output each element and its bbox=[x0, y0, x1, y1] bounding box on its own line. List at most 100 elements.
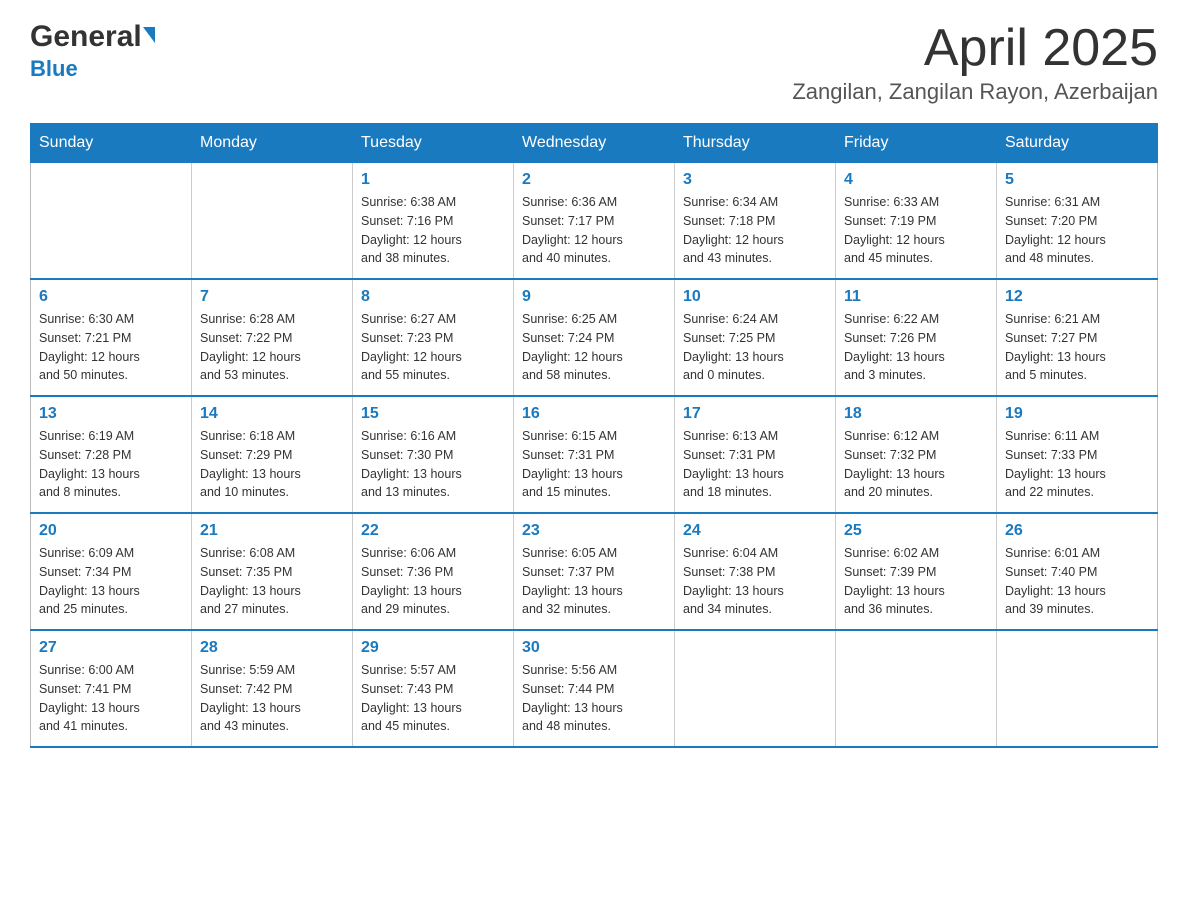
calendar-cell: 23Sunrise: 6:05 AMSunset: 7:37 PMDayligh… bbox=[514, 513, 675, 630]
calendar-cell: 22 Sunrise: 6:06 AMSunset: 7:36 PMDayligh… bbox=[353, 513, 514, 630]
calendar-cell: 15 Sunrise: 6:16 AMSunset: 7:30 PMDayligh… bbox=[353, 396, 514, 513]
weekday-header-friday: Friday bbox=[836, 124, 997, 163]
day-info: Sunrise: 6:28 AMSunset: 7:22 PMDaylight:… bbox=[200, 310, 344, 385]
day-info: Sunrise: 6:18 AMSunset: 7:29 PMDaylight:… bbox=[200, 427, 344, 502]
calendar-cell: 21 Sunrise: 6:08 AMSunset: 7:35 PMDayligh… bbox=[192, 513, 353, 630]
calendar-table: SundayMondayTuesdayWednesdayThursdayFrid… bbox=[30, 123, 1158, 748]
calendar-cell: 28 Sunrise: 5:59 AMSunset: 7:42 PMDayligh… bbox=[192, 630, 353, 747]
day-number: 1 bbox=[361, 171, 505, 189]
calendar-cell: 24Sunrise: 6:04 AMSunset: 7:38 PMDayligh… bbox=[675, 513, 836, 630]
day-number: 3 bbox=[683, 171, 827, 189]
day-number: 14 bbox=[200, 405, 344, 423]
calendar-cell: 9 Sunrise: 6:25 AMSunset: 7:24 PMDaylight… bbox=[514, 279, 675, 396]
day-info: Sunrise: 5:59 AMSunset: 7:42 PMDaylight:… bbox=[200, 661, 344, 736]
weekday-header-wednesday: Wednesday bbox=[514, 124, 675, 163]
day-number: 17 bbox=[683, 405, 827, 423]
calendar-week-1: 1Sunrise: 6:38 AMSunset: 7:16 PMDaylight… bbox=[31, 163, 1158, 280]
day-number: 10 bbox=[683, 288, 827, 306]
calendar-cell: 13 Sunrise: 6:19 AMSunset: 7:28 PMDayligh… bbox=[31, 396, 192, 513]
calendar-cell bbox=[836, 630, 997, 747]
day-number: 5 bbox=[1005, 171, 1149, 189]
day-info: Sunrise: 6:09 AMSunset: 7:34 PMDaylight:… bbox=[39, 544, 183, 619]
calendar-cell: 16 Sunrise: 6:15 AMSunset: 7:31 PMDayligh… bbox=[514, 396, 675, 513]
day-number: 22 bbox=[361, 522, 505, 540]
calendar-week-2: 6 Sunrise: 6:30 AMSunset: 7:21 PMDaylight… bbox=[31, 279, 1158, 396]
calendar-cell: 2 Sunrise: 6:36 AMSunset: 7:17 PMDaylight… bbox=[514, 163, 675, 280]
day-info: Sunrise: 6:34 AMSunset: 7:18 PMDaylight:… bbox=[683, 193, 827, 268]
day-number: 29 bbox=[361, 639, 505, 657]
day-info: Sunrise: 6:02 AMSunset: 7:39 PMDaylight:… bbox=[844, 544, 988, 619]
day-number: 8 bbox=[361, 288, 505, 306]
weekday-header-saturday: Saturday bbox=[997, 124, 1158, 163]
day-info: Sunrise: 6:19 AMSunset: 7:28 PMDaylight:… bbox=[39, 427, 183, 502]
day-info: Sunrise: 6:12 AMSunset: 7:32 PMDaylight:… bbox=[844, 427, 988, 502]
calendar-cell bbox=[192, 163, 353, 280]
day-number: 27 bbox=[39, 639, 183, 657]
day-info: Sunrise: 6:08 AMSunset: 7:35 PMDaylight:… bbox=[200, 544, 344, 619]
day-info: Sunrise: 6:13 AMSunset: 7:31 PMDaylight:… bbox=[683, 427, 827, 502]
calendar-cell: 5 Sunrise: 6:31 AMSunset: 7:20 PMDaylight… bbox=[997, 163, 1158, 280]
logo-arrow-icon bbox=[143, 27, 155, 43]
calendar-week-4: 20Sunrise: 6:09 AMSunset: 7:34 PMDayligh… bbox=[31, 513, 1158, 630]
calendar-cell: 17 Sunrise: 6:13 AMSunset: 7:31 PMDayligh… bbox=[675, 396, 836, 513]
day-info: Sunrise: 6:25 AMSunset: 7:24 PMDaylight:… bbox=[522, 310, 666, 385]
day-number: 19 bbox=[1005, 405, 1149, 423]
calendar-cell: 19 Sunrise: 6:11 AMSunset: 7:33 PMDayligh… bbox=[997, 396, 1158, 513]
calendar-cell: 7 Sunrise: 6:28 AMSunset: 7:22 PMDaylight… bbox=[192, 279, 353, 396]
day-number: 18 bbox=[844, 405, 988, 423]
page-header: General Blue April 2025 Zangilan, Zangil… bbox=[30, 20, 1158, 105]
day-info: Sunrise: 6:27 AMSunset: 7:23 PMDaylight:… bbox=[361, 310, 505, 385]
day-info: Sunrise: 6:15 AMSunset: 7:31 PMDaylight:… bbox=[522, 427, 666, 502]
day-number: 2 bbox=[522, 171, 666, 189]
day-info: Sunrise: 6:11 AMSunset: 7:33 PMDaylight:… bbox=[1005, 427, 1149, 502]
day-info: Sunrise: 6:24 AMSunset: 7:25 PMDaylight:… bbox=[683, 310, 827, 385]
calendar-cell: 11Sunrise: 6:22 AMSunset: 7:26 PMDayligh… bbox=[836, 279, 997, 396]
day-info: Sunrise: 6:06 AMSunset: 7:36 PMDaylight:… bbox=[361, 544, 505, 619]
day-number: 12 bbox=[1005, 288, 1149, 306]
logo-general-text: General bbox=[30, 20, 142, 54]
day-number: 28 bbox=[200, 639, 344, 657]
calendar-cell: 3 Sunrise: 6:34 AMSunset: 7:18 PMDaylight… bbox=[675, 163, 836, 280]
day-number: 13 bbox=[39, 405, 183, 423]
page-subtitle: Zangilan, Zangilan Rayon, Azerbaijan bbox=[792, 79, 1158, 105]
calendar-cell: 1Sunrise: 6:38 AMSunset: 7:16 PMDaylight… bbox=[353, 163, 514, 280]
weekday-header-sunday: Sunday bbox=[31, 124, 192, 163]
calendar-cell bbox=[997, 630, 1158, 747]
logo: General Blue bbox=[30, 20, 155, 82]
day-number: 7 bbox=[200, 288, 344, 306]
day-info: Sunrise: 6:21 AMSunset: 7:27 PMDaylight:… bbox=[1005, 310, 1149, 385]
day-number: 6 bbox=[39, 288, 183, 306]
weekday-header-monday: Monday bbox=[192, 124, 353, 163]
day-info: Sunrise: 6:01 AMSunset: 7:40 PMDaylight:… bbox=[1005, 544, 1149, 619]
page-title: April 2025 bbox=[792, 20, 1158, 77]
day-number: 25 bbox=[844, 522, 988, 540]
calendar-cell bbox=[31, 163, 192, 280]
day-number: 30 bbox=[522, 639, 666, 657]
day-info: Sunrise: 6:33 AMSunset: 7:19 PMDaylight:… bbox=[844, 193, 988, 268]
day-info: Sunrise: 5:57 AMSunset: 7:43 PMDaylight:… bbox=[361, 661, 505, 736]
calendar-cell: 14 Sunrise: 6:18 AMSunset: 7:29 PMDayligh… bbox=[192, 396, 353, 513]
weekday-header-tuesday: Tuesday bbox=[353, 124, 514, 163]
day-number: 15 bbox=[361, 405, 505, 423]
day-number: 24 bbox=[683, 522, 827, 540]
calendar-header: SundayMondayTuesdayWednesdayThursdayFrid… bbox=[31, 124, 1158, 163]
day-number: 21 bbox=[200, 522, 344, 540]
calendar-cell: 10 Sunrise: 6:24 AMSunset: 7:25 PMDayligh… bbox=[675, 279, 836, 396]
calendar-cell: 25 Sunrise: 6:02 AMSunset: 7:39 PMDayligh… bbox=[836, 513, 997, 630]
day-info: Sunrise: 6:31 AMSunset: 7:20 PMDaylight:… bbox=[1005, 193, 1149, 268]
calendar-cell: 8 Sunrise: 6:27 AMSunset: 7:23 PMDaylight… bbox=[353, 279, 514, 396]
day-info: Sunrise: 6:36 AMSunset: 7:17 PMDaylight:… bbox=[522, 193, 666, 268]
day-info: Sunrise: 6:30 AMSunset: 7:21 PMDaylight:… bbox=[39, 310, 183, 385]
day-number: 9 bbox=[522, 288, 666, 306]
day-number: 16 bbox=[522, 405, 666, 423]
calendar-cell: 30 Sunrise: 5:56 AMSunset: 7:44 PMDayligh… bbox=[514, 630, 675, 747]
day-info: Sunrise: 5:56 AMSunset: 7:44 PMDaylight:… bbox=[522, 661, 666, 736]
calendar-body: 1Sunrise: 6:38 AMSunset: 7:16 PMDaylight… bbox=[31, 163, 1158, 748]
day-info: Sunrise: 6:16 AMSunset: 7:30 PMDaylight:… bbox=[361, 427, 505, 502]
title-block: April 2025 Zangilan, Zangilan Rayon, Aze… bbox=[792, 20, 1158, 105]
calendar-cell: 6 Sunrise: 6:30 AMSunset: 7:21 PMDaylight… bbox=[31, 279, 192, 396]
weekday-header-row: SundayMondayTuesdayWednesdayThursdayFrid… bbox=[31, 124, 1158, 163]
calendar-week-5: 27 Sunrise: 6:00 AMSunset: 7:41 PMDayligh… bbox=[31, 630, 1158, 747]
day-info: Sunrise: 6:22 AMSunset: 7:26 PMDaylight:… bbox=[844, 310, 988, 385]
day-info: Sunrise: 6:00 AMSunset: 7:41 PMDaylight:… bbox=[39, 661, 183, 736]
